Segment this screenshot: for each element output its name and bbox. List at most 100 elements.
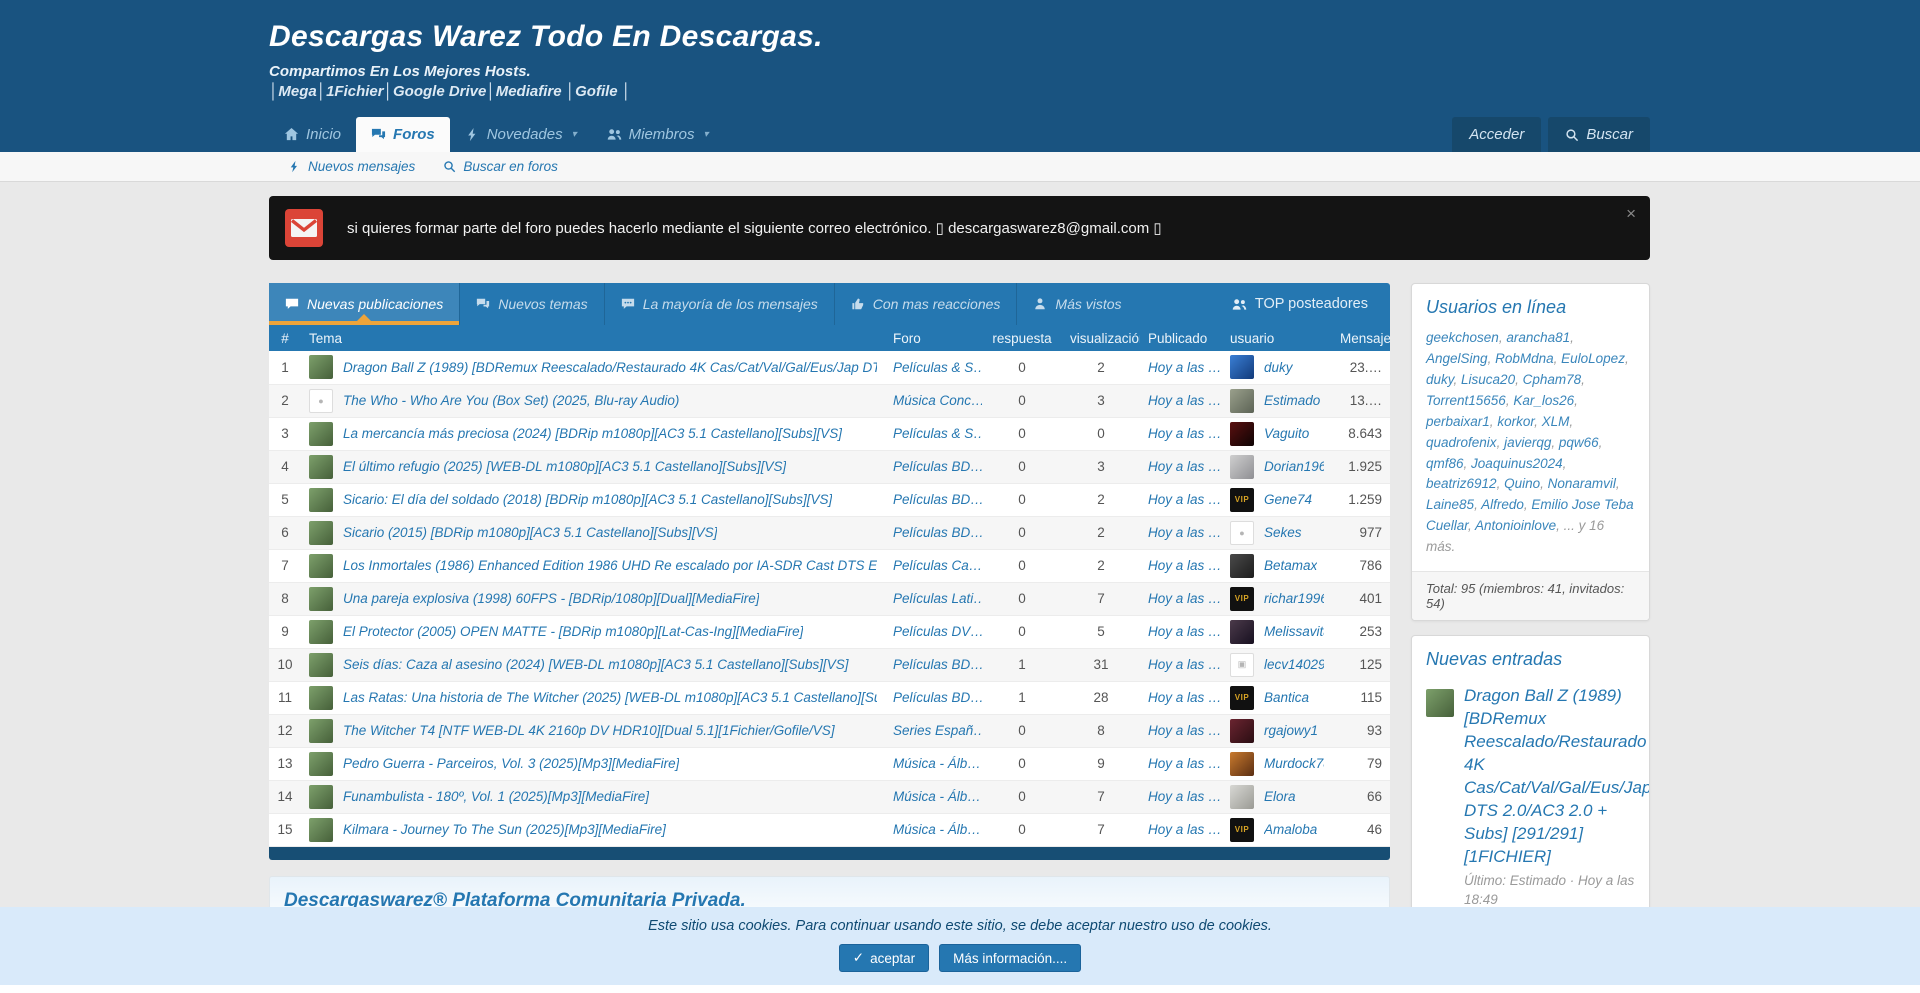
forum-link[interactable]: Películas BD… xyxy=(893,492,982,507)
online-user-link[interactable]: korkor xyxy=(1497,414,1534,429)
online-user-link[interactable]: pqw66 xyxy=(1559,435,1599,450)
topic-link[interactable]: El Protector (2005) OPEN MATTE - [BDRip … xyxy=(343,624,803,639)
online-user-link[interactable]: quadrofenix xyxy=(1426,435,1497,450)
nav-tab-inicio[interactable]: Inicio xyxy=(269,117,356,152)
topic-link[interactable]: Kilmara - Journey To The Sun (2025)[Mp3]… xyxy=(343,822,666,837)
topic-link[interactable]: Dragon Ball Z (1989) [BDRemux Reescalado… xyxy=(343,360,877,375)
user-link[interactable]: Dorian1965 xyxy=(1264,459,1324,474)
subnav-link-buscar-en-foros[interactable]: Buscar en foros xyxy=(443,159,558,174)
published-link[interactable]: Hoy a las … xyxy=(1148,822,1222,837)
user-link[interactable]: Elora xyxy=(1264,789,1296,804)
user-link[interactable]: Murdock78 xyxy=(1264,756,1324,771)
tab-nuevas-publicaciones[interactable]: Nuevas publicaciones xyxy=(269,283,459,325)
online-user-link[interactable]: EuloLopez xyxy=(1561,351,1625,366)
forum-link[interactable]: Música Conc… xyxy=(893,393,982,408)
topic-link[interactable]: Los Inmortales (1986) Enhanced Edition 1… xyxy=(343,558,877,573)
published-link[interactable]: Hoy a las … xyxy=(1148,624,1222,639)
published-link[interactable]: Hoy a las … xyxy=(1148,459,1222,474)
user-link[interactable]: Vaguito xyxy=(1264,426,1309,441)
topic-link[interactable]: El último refugio (2025) [WEB-DL m1080p]… xyxy=(343,459,786,474)
online-user-link[interactable]: Nonaramvil xyxy=(1548,476,1616,491)
nav-tab-foros[interactable]: Foros xyxy=(356,117,450,152)
online-user-link[interactable]: javierqg xyxy=(1504,435,1551,450)
topic-link[interactable]: Una pareja explosiva (1998) 60FPS - [BDR… xyxy=(343,591,759,606)
published-link[interactable]: Hoy a las … xyxy=(1148,756,1222,771)
user-link[interactable]: lecv140291 xyxy=(1264,657,1324,672)
accept-cookies-button[interactable]: ✓ aceptar xyxy=(839,944,929,972)
published-link[interactable]: Hoy a las … xyxy=(1148,426,1222,441)
tab-más-vistos[interactable]: Más vistos xyxy=(1016,283,1137,325)
search-button[interactable]: Buscar xyxy=(1548,117,1650,152)
topic-link[interactable]: Pedro Guerra - Parceiros, Vol. 3 (2025)[… xyxy=(343,756,679,771)
published-link[interactable]: Hoy a las … xyxy=(1148,723,1222,738)
online-user-link[interactable]: Lisuca20 xyxy=(1461,372,1515,387)
user-link[interactable]: Sekes xyxy=(1264,525,1302,540)
forum-link[interactable]: Películas BD… xyxy=(893,525,982,540)
tab-con-mas-reacciones[interactable]: Con mas reacciones xyxy=(834,283,1017,325)
user-link[interactable]: rgajowy1 xyxy=(1264,723,1318,738)
close-icon[interactable]: × xyxy=(1626,204,1636,224)
user-link[interactable]: Amaloba xyxy=(1264,822,1317,837)
forum-link[interactable]: Películas BD… xyxy=(893,459,982,474)
more-info-button[interactable]: Más información.... xyxy=(939,944,1081,972)
forum-link[interactable]: Películas Lati… xyxy=(893,591,982,606)
topic-link[interactable]: Las Ratas: Una historia de The Witcher (… xyxy=(343,690,877,705)
subnav-link-nuevos-mensajes[interactable]: Nuevos mensajes xyxy=(288,159,415,174)
online-user-link[interactable]: Kar_los26 xyxy=(1513,393,1574,408)
user-link[interactable]: Estimado xyxy=(1264,393,1320,408)
forum-link[interactable]: Películas Ca… xyxy=(893,558,982,573)
nav-tab-novedades[interactable]: Novedades▾ xyxy=(450,117,592,152)
online-user-link[interactable]: perbaixar1 xyxy=(1426,414,1490,429)
published-link[interactable]: Hoy a las … xyxy=(1148,591,1222,606)
forum-link[interactable]: Películas & S… xyxy=(893,360,982,375)
topic-link[interactable]: Sicario: El día del soldado (2018) [BDRi… xyxy=(343,492,832,507)
forum-link[interactable]: Películas & S… xyxy=(893,426,982,441)
online-user-link[interactable]: Antonioinlove xyxy=(1475,518,1556,533)
published-link[interactable]: Hoy a las … xyxy=(1148,360,1222,375)
nav-tab-miembros[interactable]: Miembros▾ xyxy=(592,117,724,152)
forum-link[interactable]: Películas BD… xyxy=(893,657,982,672)
topic-link[interactable]: Seis días: Caza al asesino (2024) [WEB-D… xyxy=(343,657,849,672)
forum-link[interactable]: Películas DV… xyxy=(893,624,982,639)
topic-link[interactable]: The Who - Who Are You (Box Set) (2025, B… xyxy=(343,393,679,408)
tab-top-posteadores[interactable]: TOP posteadores xyxy=(1210,283,1390,325)
user-link[interactable]: Gene74 xyxy=(1264,492,1312,507)
online-user-link[interactable]: Torrent15656 xyxy=(1426,393,1506,408)
published-link[interactable]: Hoy a las … xyxy=(1148,789,1222,804)
published-link[interactable]: Hoy a las … xyxy=(1148,525,1222,540)
forum-link[interactable]: Películas BD… xyxy=(893,690,982,705)
online-user-link[interactable]: arancha81 xyxy=(1506,330,1570,345)
online-user-link[interactable]: qmf86 xyxy=(1426,456,1464,471)
online-user-link[interactable]: Cpham78 xyxy=(1523,372,1582,387)
user-link[interactable]: Melissavita xyxy=(1264,624,1324,639)
topic-link[interactable]: Funambulista - 180º, Vol. 1 (2025)[Mp3][… xyxy=(343,789,649,804)
published-link[interactable]: Hoy a las … xyxy=(1148,690,1222,705)
published-link[interactable]: Hoy a las … xyxy=(1148,558,1222,573)
published-link[interactable]: Hoy a las … xyxy=(1148,492,1222,507)
online-user-link[interactable]: Quino xyxy=(1504,476,1540,491)
online-user-link[interactable]: beatriz6912 xyxy=(1426,476,1497,491)
user-link[interactable]: Betamax xyxy=(1264,558,1317,573)
topic-link[interactable]: The Witcher T4 [NTF WEB-DL 4K 2160p DV H… xyxy=(343,723,835,738)
forum-link[interactable]: Música - Álb… xyxy=(893,756,981,771)
tab-nuevos-temas[interactable]: Nuevos temas xyxy=(459,283,603,325)
online-user-link[interactable]: RobMdna xyxy=(1495,351,1554,366)
topic-link[interactable]: La mercancía más preciosa (2024) [BDRip … xyxy=(343,426,842,441)
user-link[interactable]: duky xyxy=(1264,360,1293,375)
entry-title-link[interactable]: Dragon Ball Z (1989) [BDRemux Reescalado… xyxy=(1464,685,1635,869)
online-user-link[interactable]: Alfredo xyxy=(1481,497,1524,512)
user-link[interactable]: Bantica xyxy=(1264,690,1309,705)
online-user-link[interactable]: Joaquinus2024 xyxy=(1471,456,1563,471)
published-link[interactable]: Hoy a las … xyxy=(1148,393,1222,408)
login-button[interactable]: Acceder xyxy=(1452,117,1541,152)
forum-link[interactable]: Música - Álb… xyxy=(893,789,981,804)
tab-la-mayoría-de-los-mensajes[interactable]: La mayoría de los mensajes xyxy=(604,283,834,325)
user-link[interactable]: richar1996 xyxy=(1264,591,1324,606)
forum-link[interactable]: Series Españ… xyxy=(893,723,982,738)
published-link[interactable]: Hoy a las … xyxy=(1148,657,1222,672)
forum-link[interactable]: Música - Álb… xyxy=(893,822,981,837)
online-user-link[interactable]: AngelSing xyxy=(1426,351,1488,366)
online-user-link[interactable]: Laine85 xyxy=(1426,497,1474,512)
online-user-link[interactable]: XLM xyxy=(1542,414,1570,429)
topic-link[interactable]: Sicario (2015) [BDRip m1080p][AC3 5.1 Ca… xyxy=(343,525,717,540)
